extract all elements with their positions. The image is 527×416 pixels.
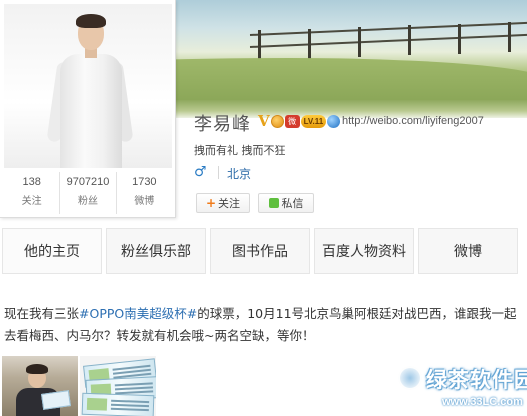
follow-button-label: 关注 (218, 197, 241, 210)
stat-posts-label: 微博 (134, 196, 155, 207)
level-pill-icon[interactable]: LV.11 (300, 114, 327, 128)
message-button-label: 私信 (281, 197, 304, 210)
profile-location-link[interactable]: 北京 (227, 165, 251, 182)
male-gender-icon: ♂ (194, 164, 207, 180)
plus-icon: + (205, 196, 217, 210)
avatar[interactable] (4, 4, 172, 168)
watermark-logo-icon (398, 366, 422, 390)
avatar-card: 138 关注 9707210 粉丝 1730 微博 (0, 0, 176, 218)
globe-icon (327, 114, 341, 128)
info-divider (218, 166, 219, 179)
follow-button[interactable]: + 关注 (196, 193, 250, 213)
weibo-red-icon[interactable]: 微 (284, 114, 300, 128)
watermark-title: 绿茶软件园 (426, 368, 527, 392)
profile-name: 李易峰 (194, 114, 251, 135)
profile-bio: 拽而有礼 拽而不狂 (194, 144, 286, 157)
watermark: 绿茶软件园 www.33LC.com (398, 360, 527, 416)
message-button[interactable]: 私信 (258, 193, 314, 213)
stat-following-count: 138 (22, 176, 41, 188)
stat-posts-count: 1730 (132, 176, 157, 188)
stat-following[interactable]: 138 关注 (4, 172, 61, 214)
profile-stats: 138 关注 9707210 粉丝 1730 微博 (4, 172, 172, 214)
post-hashtag-link[interactable]: #OPPO南美超级杯# (79, 306, 197, 321)
medal-icon[interactable] (270, 114, 284, 128)
stat-followers-count: 9707210 (66, 176, 110, 188)
tab-home[interactable]: 他的主页 (2, 228, 102, 274)
watermark-url: www.33LC.com (442, 396, 523, 408)
post-photo-tickets[interactable] (80, 356, 156, 416)
tab-baidu-profile[interactable]: 百度人物资料 (314, 228, 414, 274)
stat-followers-label: 粉丝 (77, 196, 98, 207)
verified-v-icon[interactable]: V (258, 113, 270, 129)
tab-fan-club[interactable]: 粉丝俱乐部 (106, 228, 206, 274)
stat-following-label: 关注 (21, 196, 42, 207)
badge-row: V 微 LV.11 (258, 113, 341, 129)
post-text: 现在我有三张#OPPO南美超级杯#的球票，10月11号北京鸟巢阿根廷对战巴西，谁… (4, 303, 524, 347)
stat-posts[interactable]: 1730 微博 (117, 172, 172, 214)
tab-weibo[interactable]: 微博 (418, 228, 518, 274)
profile-nav-tabs: 他的主页 粉丝俱乐部 图书作品 百度人物资料 微博 (0, 228, 527, 274)
post-photo-thumbnail[interactable] (2, 356, 78, 416)
stat-followers[interactable]: 9707210 粉丝 (60, 172, 117, 214)
message-icon (268, 198, 279, 208)
profile-url-link[interactable]: http://weibo.com/liyifeng2007 (342, 115, 484, 127)
tab-books[interactable]: 图书作品 (210, 228, 310, 274)
post-text-before: 现在我有三张 (4, 306, 80, 321)
